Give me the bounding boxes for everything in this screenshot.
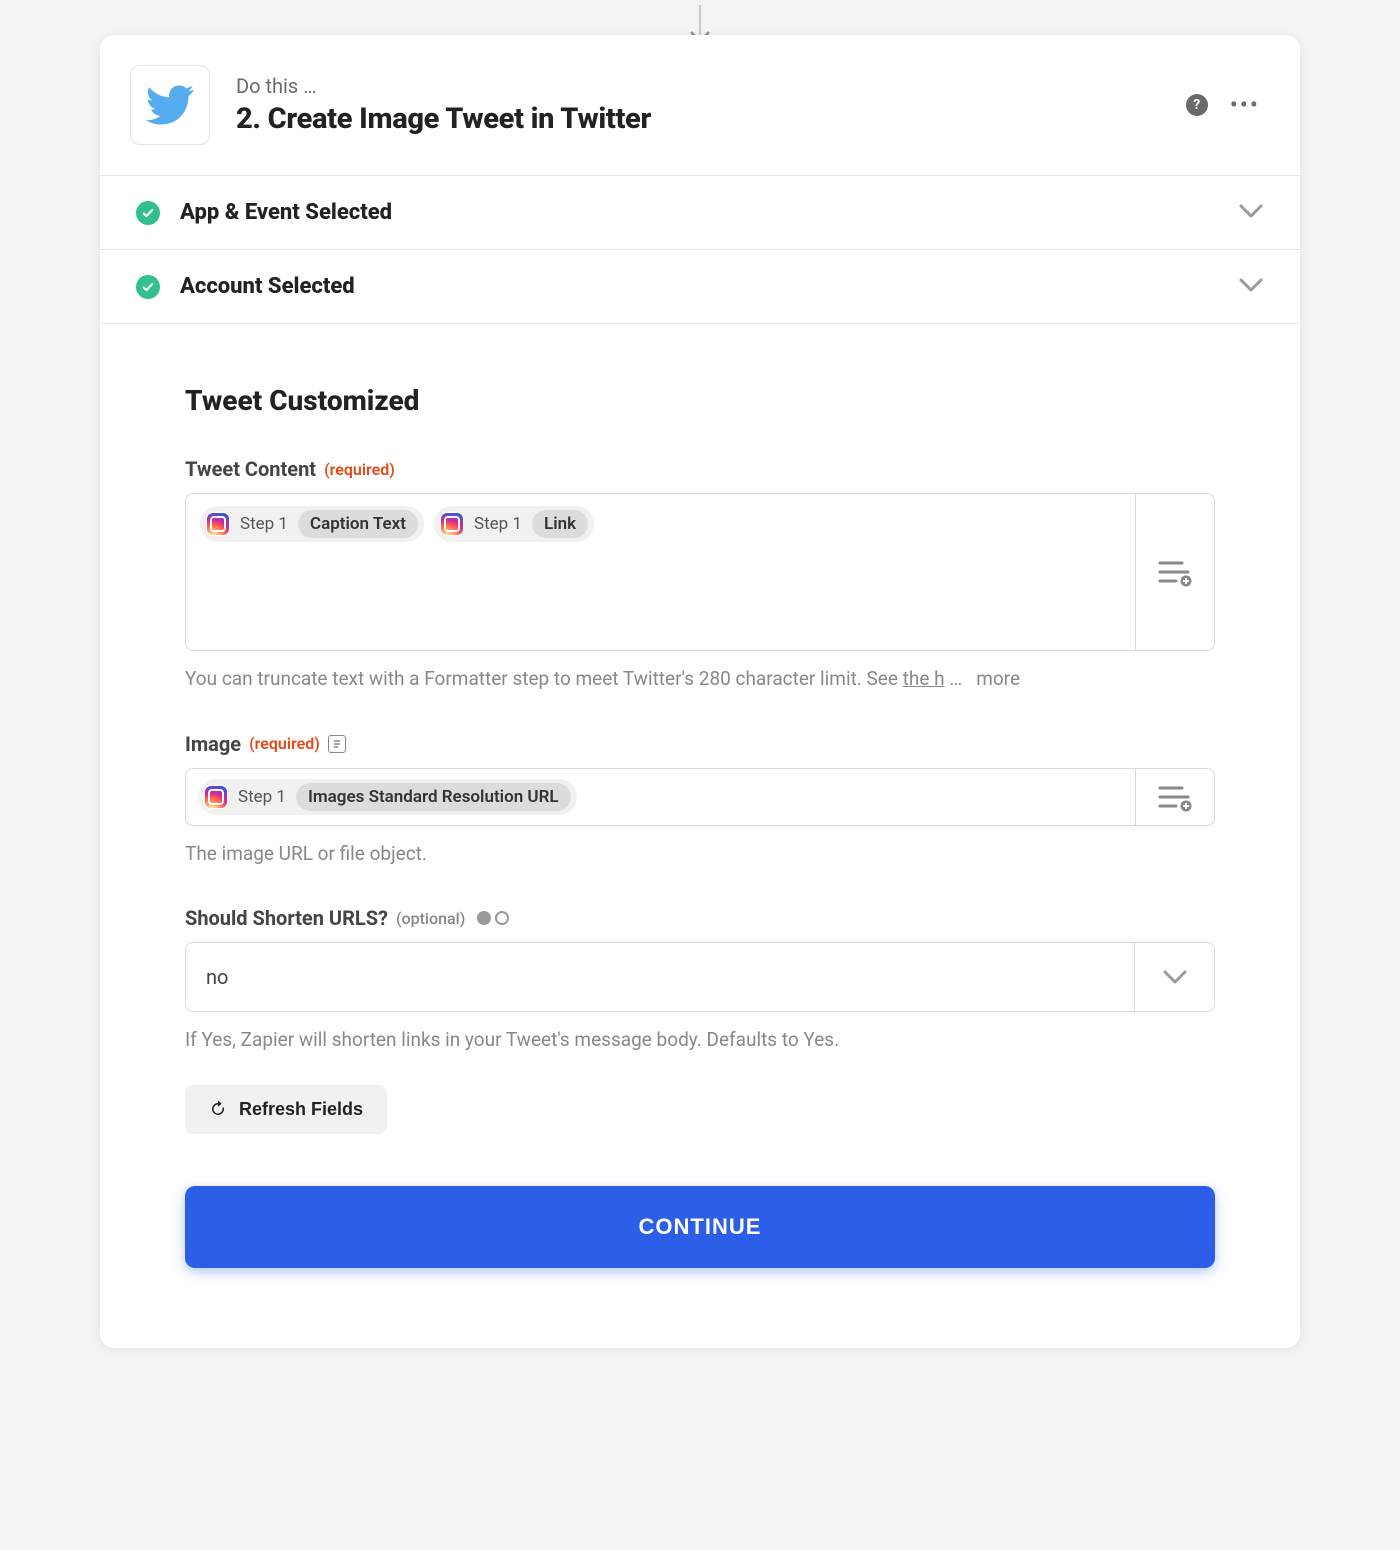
zap-step-card: Do this … 2. Create Image Tweet in Twitt… — [100, 35, 1300, 1348]
more-options-icon[interactable]: ••• — [1230, 100, 1260, 110]
field-tweet-content: Tweet Content (required) Step 1 Caption … — [185, 457, 1215, 694]
pill-step: Step 1 — [236, 787, 288, 807]
required-tag: (required) — [249, 734, 320, 753]
form-heading: Tweet Customized — [185, 384, 1215, 417]
field-label-text: Tweet Content — [185, 457, 316, 481]
field-image: Image (required) Step 1 Images Standard … — [185, 732, 1215, 869]
section-title: Account Selected — [180, 274, 1238, 299]
select-value: no — [186, 943, 1134, 1011]
field-shorten-urls: Should Shorten URLS? (optional) no If Ye… — [185, 906, 1215, 1055]
pill-value: Caption Text — [298, 510, 418, 538]
continue-button[interactable]: CONTINUE — [185, 1186, 1215, 1268]
twitter-icon — [144, 79, 196, 131]
pill-value: Link — [532, 510, 588, 538]
instagram-icon — [207, 513, 229, 535]
section-title: App & Event Selected — [180, 200, 1238, 225]
customize-form: Tweet Customized Tweet Content (required… — [100, 323, 1300, 1348]
optional-tag: (optional) — [396, 909, 465, 928]
insert-data-button[interactable] — [1135, 493, 1215, 651]
chevron-down-icon — [1238, 203, 1264, 223]
field-pill[interactable]: Step 1 Images Standard Resolution URL — [198, 779, 577, 815]
chevron-down-icon — [1238, 277, 1264, 297]
tweet-content-input[interactable]: Step 1 Caption Text Step 1 Link — [185, 493, 1135, 651]
field-type-toggle[interactable] — [477, 911, 509, 925]
help-link[interactable]: the h — [903, 667, 945, 690]
field-pill[interactable]: Step 1 Caption Text — [200, 506, 424, 542]
field-help-text: The image URL or file object. — [185, 840, 1215, 869]
refresh-icon — [209, 1100, 227, 1118]
check-icon — [136, 275, 160, 299]
help-more-link[interactable]: more — [976, 667, 1020, 690]
twitter-app-icon — [130, 65, 210, 145]
step-subtitle: Do this … — [236, 74, 1166, 98]
field-help-text: If Yes, Zapier will shorten links in you… — [185, 1026, 1215, 1055]
field-pill[interactable]: Step 1 Link — [434, 506, 594, 542]
section-app-event[interactable]: App & Event Selected — [100, 175, 1300, 249]
section-account[interactable]: Account Selected — [100, 249, 1300, 323]
field-help-text: You can truncate text with a Formatter s… — [185, 665, 1215, 694]
help-icon[interactable]: ? — [1186, 94, 1208, 116]
field-label-text: Should Shorten URLS? — [185, 906, 388, 930]
image-input[interactable]: Step 1 Images Standard Resolution URL — [185, 768, 1135, 826]
instagram-icon — [205, 786, 227, 808]
instagram-icon — [441, 513, 463, 535]
pill-step: Step 1 — [238, 514, 290, 534]
pill-value: Images Standard Resolution URL — [296, 783, 571, 811]
chevron-down-icon — [1134, 943, 1214, 1011]
info-icon[interactable] — [328, 735, 346, 753]
field-label-text: Image — [185, 732, 241, 756]
refresh-fields-button[interactable]: Refresh Fields — [185, 1085, 387, 1134]
pill-step: Step 1 — [472, 514, 524, 534]
step-header: Do this … 2. Create Image Tweet in Twitt… — [100, 35, 1300, 175]
check-icon — [136, 201, 160, 225]
required-tag: (required) — [324, 460, 395, 479]
step-title: 2. Create Image Tweet in Twitter — [236, 102, 1166, 136]
shorten-urls-select[interactable]: no — [185, 942, 1215, 1012]
refresh-fields-label: Refresh Fields — [239, 1099, 363, 1120]
insert-data-button[interactable] — [1135, 768, 1215, 826]
